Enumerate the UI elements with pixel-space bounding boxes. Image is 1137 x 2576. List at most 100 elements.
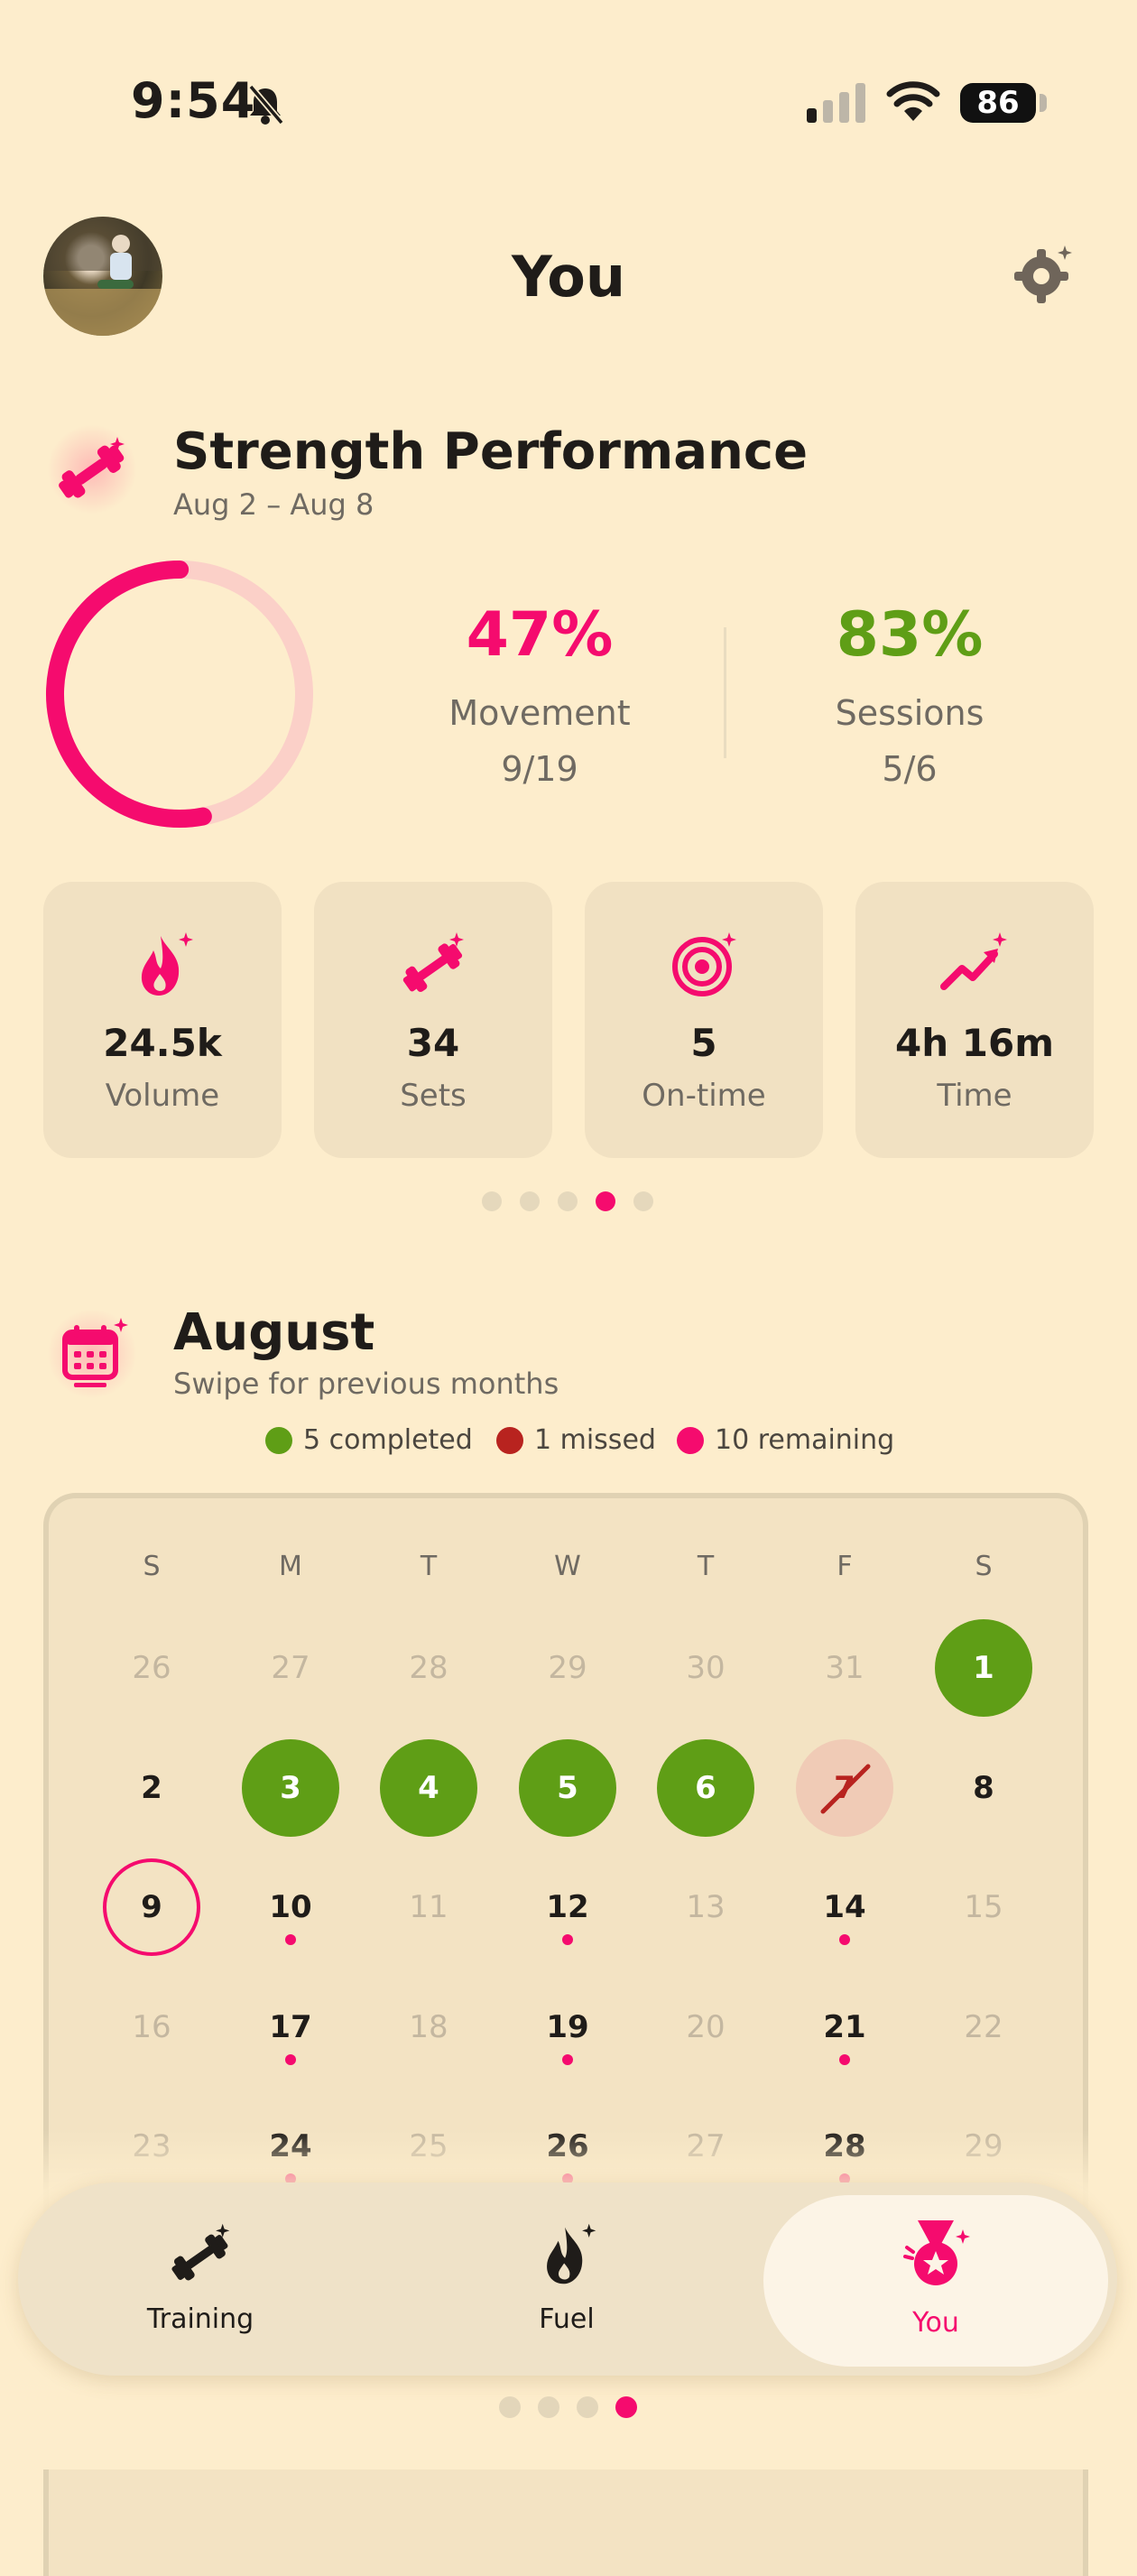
stat-card-on-time[interactable]: 5 On-time	[585, 882, 823, 1158]
legend-remaining: 10 remaining	[677, 1424, 894, 1456]
stats-pager-dot-active[interactable]	[596, 1191, 615, 1211]
settings-gear-icon[interactable]	[1011, 242, 1076, 307]
calendar-day-today[interactable]: 9	[103, 1858, 200, 1956]
weekday-header: W	[554, 1551, 581, 1582]
strength-date-range: Aug 2 – Aug 8	[173, 487, 374, 522]
weekday-header: F	[837, 1551, 853, 1582]
legend-remaining-label: 10 remaining	[715, 1424, 895, 1456]
tab-training[interactable]: Training	[83, 2220, 318, 2347]
strength-section-icon-glow	[47, 424, 137, 514]
trend-up-icon	[940, 932, 1007, 990]
bell-muted-icon	[248, 84, 284, 125]
tab-fuel[interactable]: Fuel	[449, 2220, 684, 2347]
scheduled-marker	[839, 1934, 850, 1945]
stat-label: Time	[937, 1078, 1012, 1114]
weekday-header: T	[420, 1551, 438, 1582]
medal-icon	[903, 2220, 970, 2285]
page-dot[interactable]	[538, 2396, 559, 2418]
metric-divider	[724, 627, 726, 758]
movement-label: Movement	[448, 693, 631, 733]
scheduled-marker	[285, 1934, 296, 1945]
stat-card-volume[interactable]: 24.5k Volume	[43, 882, 282, 1158]
calendar-day-completed[interactable]: 6	[657, 1739, 754, 1837]
calendar-day-completed[interactable]: 5	[519, 1739, 616, 1837]
calendar-day-rest[interactable]: 20	[657, 1978, 754, 2076]
calendar-day-prev-month[interactable]: 28	[380, 1619, 477, 1717]
calendar-day-rest[interactable]: 22	[935, 1978, 1032, 2076]
calendar-day-completed[interactable]: 4	[380, 1739, 477, 1837]
page-title: You	[512, 244, 625, 310]
page-dot[interactable]	[499, 2396, 521, 2418]
missed-strike-icon	[820, 1764, 871, 1814]
flame-icon	[547, 2223, 596, 2284]
weekday-header: M	[279, 1551, 302, 1582]
calendar-section-icon-glow	[47, 1309, 137, 1399]
tab-you[interactable]: You	[818, 2217, 1053, 2350]
page-dot[interactable]	[577, 2396, 598, 2418]
legend-completed: 5 completed	[265, 1424, 473, 1456]
stat-value: 4h 16m	[895, 1021, 1054, 1065]
stat-value: 24.5k	[103, 1021, 222, 1065]
page-dot-active[interactable]	[615, 2396, 637, 2418]
legend-completed-label: 5 completed	[303, 1424, 473, 1456]
scheduled-marker	[839, 2054, 850, 2065]
legend-missed-dot	[496, 1426, 523, 1454]
weekday-header: S	[975, 1551, 993, 1582]
stat-label: Volume	[105, 1078, 220, 1114]
movement-progress-ring	[46, 561, 313, 828]
weekday-header: T	[697, 1551, 715, 1582]
strength-title: Strength Performance	[173, 422, 809, 481]
calendar-month-title: August	[173, 1303, 375, 1362]
movement-percent: 47%	[466, 599, 614, 671]
stats-pager-dot[interactable]	[558, 1191, 578, 1211]
stat-value: 5	[690, 1021, 717, 1065]
calendar-icon	[62, 1318, 128, 1387]
calendar-day-prev-month[interactable]: 30	[657, 1619, 754, 1717]
calendar-subtitle: Swipe for previous months	[173, 1367, 559, 1401]
movement-progress-arc	[46, 561, 313, 828]
calendar-day-rest[interactable]: 13	[657, 1858, 754, 1956]
sessions-label: Sessions	[835, 693, 984, 733]
legend-missed-label: 1 missed	[534, 1424, 656, 1456]
cellular-signal-icon	[807, 83, 865, 123]
calendar-day-prev-month[interactable]: 31	[796, 1619, 893, 1717]
stat-card-time[interactable]: 4h 16m Time	[855, 882, 1094, 1158]
stats-pager-dot[interactable]	[520, 1191, 540, 1211]
movement-fraction: 9/19	[501, 749, 578, 789]
wifi-icon	[886, 81, 940, 121]
calendar-day-prev-month[interactable]: 27	[242, 1619, 339, 1717]
tab-fuel-label: Fuel	[539, 2303, 595, 2335]
dumbbell-icon	[59, 437, 125, 498]
calendar-day-rest[interactable]: 11	[380, 1858, 477, 1956]
status-time: 9:54	[131, 72, 256, 129]
stat-label: On-time	[642, 1078, 766, 1114]
stat-card-sets[interactable]: 34 Sets	[314, 882, 552, 1158]
legend-missed: 1 missed	[496, 1424, 656, 1456]
scheduled-marker	[562, 1934, 573, 1945]
scheduled-marker	[285, 2054, 296, 2065]
calendar-day-rest[interactable]: 16	[103, 1978, 200, 2076]
weekday-header: S	[143, 1551, 161, 1582]
stats-pager-dot[interactable]	[633, 1191, 653, 1211]
calendar-day-prev-month[interactable]: 29	[519, 1619, 616, 1717]
battery-indicator: 86	[960, 83, 1036, 123]
tab-you-label: You	[912, 2307, 959, 2339]
dumbbell-icon	[171, 2223, 230, 2281]
sessions-fraction: 5/6	[882, 749, 938, 789]
stat-label: Sets	[400, 1078, 467, 1114]
dumbbell-icon	[402, 932, 464, 992]
calendar-day[interactable]: 8	[935, 1739, 1032, 1837]
calendar-day[interactable]: 2	[103, 1739, 200, 1837]
calendar-day-rest[interactable]: 15	[935, 1858, 1032, 1956]
flame-icon	[141, 932, 193, 996]
calendar-day-completed[interactable]: 1	[935, 1619, 1032, 1717]
tab-training-label: Training	[146, 2303, 254, 2335]
calendar-day-completed[interactable]: 3	[242, 1739, 339, 1837]
stat-value: 34	[406, 1021, 460, 1065]
calendar-day-prev-month[interactable]: 26	[103, 1619, 200, 1717]
battery-cap	[1040, 94, 1047, 112]
target-icon	[672, 932, 736, 996]
stats-pager-dot[interactable]	[482, 1191, 502, 1211]
scheduled-marker	[562, 2054, 573, 2065]
calendar-day-rest[interactable]: 18	[380, 1978, 477, 2076]
